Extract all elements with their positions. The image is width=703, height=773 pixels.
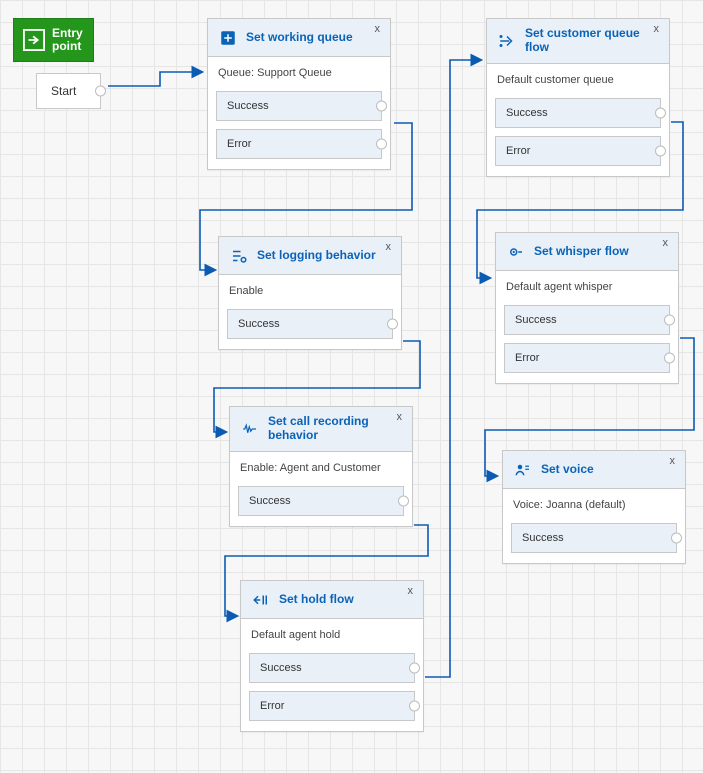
node-body: Enable: Agent and Customer xyxy=(230,452,412,486)
outcome-success[interactable]: Success xyxy=(227,309,393,339)
node-set-whisper-flow[interactable]: Set whisper flow x Default agent whisper… xyxy=(495,232,679,384)
node-header[interactable]: Set hold flow x xyxy=(241,581,423,619)
node-body: Default agent hold xyxy=(241,619,423,653)
outcome-port[interactable] xyxy=(376,139,387,150)
outcome-error[interactable]: Error xyxy=(495,136,661,166)
node-body: Default customer queue xyxy=(487,64,669,98)
outcome-port[interactable] xyxy=(664,315,675,326)
entry-arrow-icon xyxy=(22,28,46,52)
node-set-voice[interactable]: Set voice x Voice: Joanna (default) Succ… xyxy=(502,450,686,564)
node-header[interactable]: Set whisper flow x xyxy=(496,233,678,271)
node-header[interactable]: Set customer queue flow x xyxy=(487,19,669,64)
node-body: Voice: Joanna (default) xyxy=(503,489,685,523)
entry-point-block[interactable]: Entry point xyxy=(13,18,94,62)
node-header[interactable]: Set working queue x xyxy=(208,19,390,57)
outcome-error[interactable]: Error xyxy=(249,691,415,721)
outcome-error[interactable]: Error xyxy=(504,343,670,373)
node-set-customer-queue-flow[interactable]: Set customer queue flow x Default custom… xyxy=(486,18,670,177)
outcome-port[interactable] xyxy=(409,701,420,712)
start-block[interactable]: Start xyxy=(36,73,101,109)
node-header[interactable]: Set voice x xyxy=(503,451,685,489)
node-set-working-queue[interactable]: Set working queue x Queue: Support Queue… xyxy=(207,18,391,170)
outcome-port[interactable] xyxy=(409,663,420,674)
node-title: Set voice xyxy=(541,463,594,477)
node-title: Set whisper flow xyxy=(534,245,629,259)
close-icon[interactable]: x xyxy=(393,409,407,425)
node-body: Queue: Support Queue xyxy=(208,57,390,91)
node-header[interactable]: Set logging behavior x xyxy=(219,237,401,275)
person-voice-icon xyxy=(513,460,533,480)
outcome-success[interactable]: Success xyxy=(249,653,415,683)
start-label: Start xyxy=(51,84,76,98)
outcome-port[interactable] xyxy=(671,533,682,544)
waveform-icon xyxy=(240,419,260,439)
node-set-hold-flow[interactable]: Set hold flow x Default agent hold Succe… xyxy=(240,580,424,732)
outcome-success[interactable]: Success xyxy=(495,98,661,128)
outcome-port[interactable] xyxy=(664,353,675,364)
node-set-call-recording-behavior[interactable]: Set call recording behavior x Enable: Ag… xyxy=(229,406,413,527)
eye-flow-icon xyxy=(506,242,526,262)
node-set-logging-behavior[interactable]: Set logging behavior x Enable Success xyxy=(218,236,402,350)
outcome-port[interactable] xyxy=(655,145,666,156)
outcome-success[interactable]: Success xyxy=(216,91,382,121)
entry-point-label: Entry point xyxy=(52,27,83,53)
node-title: Set hold flow xyxy=(279,593,354,607)
outcome-port[interactable] xyxy=(376,101,387,112)
node-body: Enable xyxy=(219,275,401,309)
close-icon[interactable]: x xyxy=(382,239,396,255)
outcome-success[interactable]: Success xyxy=(238,486,404,516)
close-icon[interactable]: x xyxy=(650,21,664,37)
outcome-success[interactable]: Success xyxy=(511,523,677,553)
outcome-success[interactable]: Success xyxy=(504,305,670,335)
hold-flow-icon xyxy=(251,590,271,610)
flow-arrow-icon xyxy=(497,31,517,51)
start-port[interactable] xyxy=(95,86,106,97)
node-title: Set customer queue flow xyxy=(525,27,647,55)
outcome-port[interactable] xyxy=(387,319,398,330)
node-title: Set call recording behavior xyxy=(268,415,390,443)
close-icon[interactable]: x xyxy=(404,583,418,599)
node-title: Set logging behavior xyxy=(257,249,376,263)
outcome-port[interactable] xyxy=(655,107,666,118)
queue-add-icon xyxy=(218,28,238,48)
node-header[interactable]: Set call recording behavior x xyxy=(230,407,412,452)
node-title: Set working queue xyxy=(246,31,353,45)
flow-canvas[interactable]: Entry point Start Set working queue x Qu… xyxy=(0,0,703,773)
outcome-error[interactable]: Error xyxy=(216,129,382,159)
node-body: Default agent whisper xyxy=(496,271,678,305)
close-icon[interactable]: x xyxy=(666,453,680,469)
outcome-port[interactable] xyxy=(398,495,409,506)
close-icon[interactable]: x xyxy=(371,21,385,37)
list-gear-icon xyxy=(229,246,249,266)
close-icon[interactable]: x xyxy=(659,235,673,251)
